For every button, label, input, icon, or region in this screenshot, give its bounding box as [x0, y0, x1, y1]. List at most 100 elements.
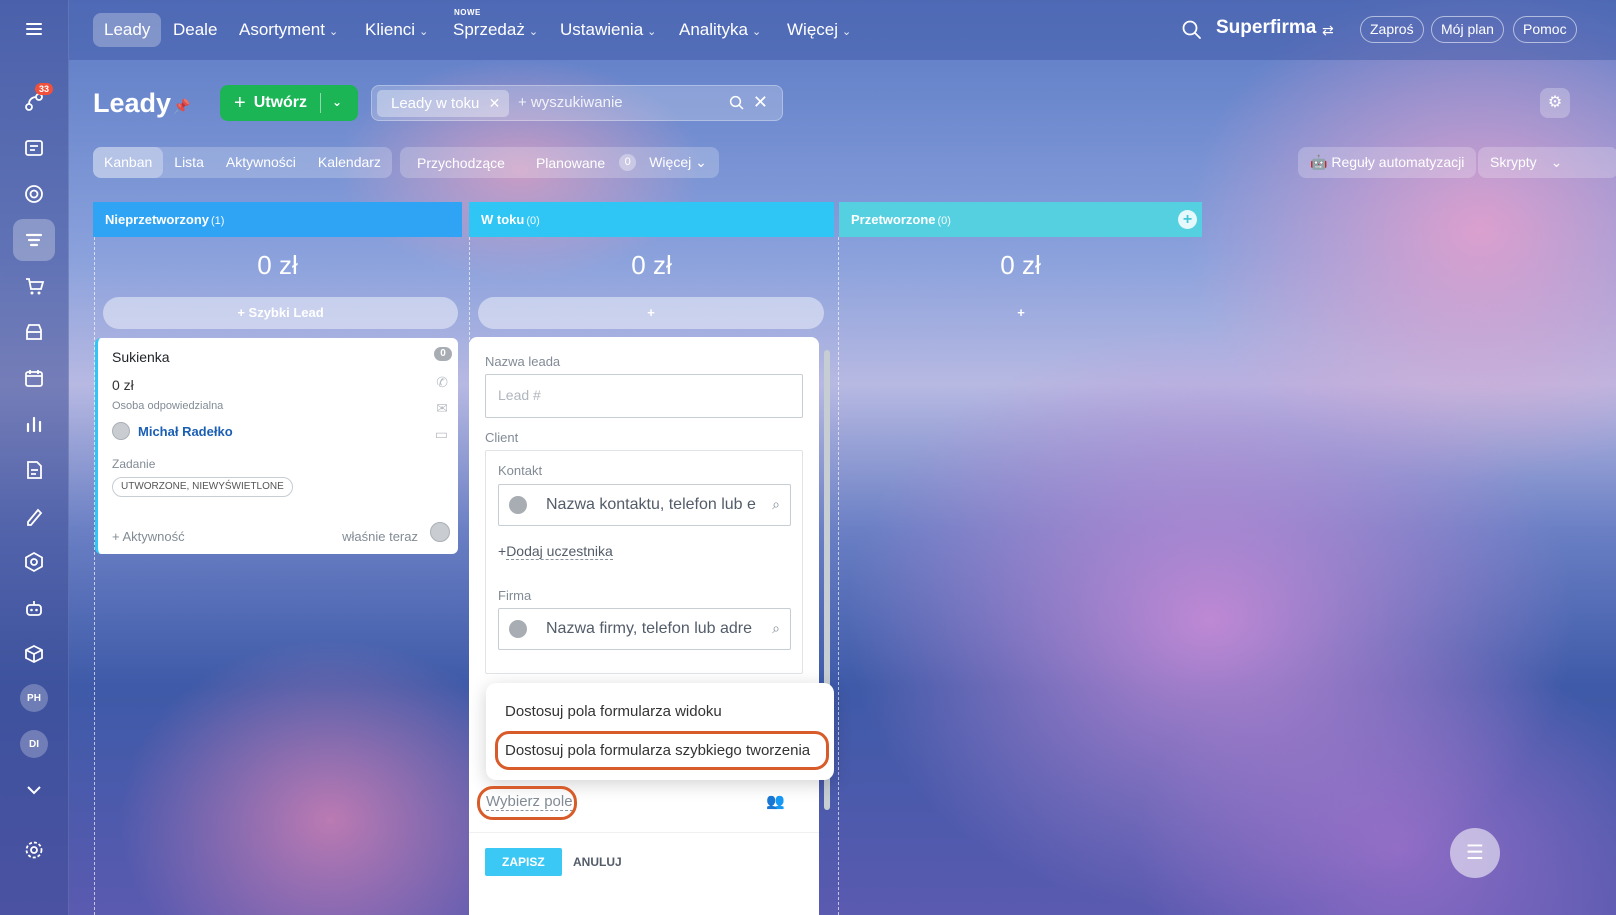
mail-icon[interactable]: ✉	[436, 400, 448, 417]
nav-leady[interactable]: Leady	[93, 13, 162, 47]
activity-stream-icon[interactable]: 33	[13, 81, 55, 123]
tab-kalendarz[interactable]: Kalendarz	[307, 147, 392, 178]
hexagon-icon[interactable]	[13, 541, 55, 583]
counter-incoming[interactable]: Przychodzące	[400, 155, 519, 171]
cancel-button[interactable]: ANULUJ	[573, 848, 622, 876]
target-icon[interactable]	[13, 173, 55, 215]
column-title: Przetworzone	[851, 212, 936, 227]
contact-placeholder: Nazwa kontaktu, telefon lub e	[546, 496, 756, 513]
lead-title[interactable]: Sukienka	[112, 349, 170, 365]
store-icon[interactable]	[13, 311, 55, 353]
chat-list-icon[interactable]: ☰	[1450, 828, 1500, 878]
highlight-annotation	[477, 786, 577, 820]
search-input[interactable]: + wyszukiwanie	[518, 94, 623, 111]
nav-label: Leady	[104, 20, 151, 39]
help-button[interactable]: Pomoc	[1513, 16, 1577, 43]
chevron-down-icon: ⌄	[647, 26, 657, 38]
documents-icon[interactable]	[13, 449, 55, 491]
column-count: (0)	[526, 215, 540, 227]
sign-icon[interactable]	[13, 495, 55, 537]
column-count: (1)	[211, 215, 225, 227]
contact-input[interactable]: Nazwa kontaktu, telefon lub e ⌕	[498, 484, 791, 526]
search-filter-box[interactable]: Leady w toku ✕ + wyszukiwanie ✕	[371, 85, 783, 121]
chevron-down-icon[interactable]: ⌄	[332, 95, 342, 109]
nav-klienci[interactable]: Klienci ⌄	[354, 13, 439, 47]
column-header-processed[interactable]: Przetworzone (0)	[839, 202, 1202, 237]
menu-icon[interactable]	[13, 8, 55, 50]
sliders-icon[interactable]: ⇄	[1322, 22, 1334, 39]
create-button[interactable]: + Utwórz ⌄	[220, 85, 358, 121]
clear-icon[interactable]: ✕	[753, 92, 768, 113]
search-icon[interactable]: ⌕	[772, 620, 780, 637]
cart-icon[interactable]	[13, 265, 55, 307]
save-button[interactable]: ZAPISZ	[485, 848, 562, 876]
settings-gear-icon[interactable]	[13, 829, 55, 871]
chevron-down-icon: ⌄	[528, 26, 539, 38]
nav-sprzedaz[interactable]: Sprzedaż ⌄	[442, 13, 549, 47]
quick-add-button[interactable]: +	[848, 297, 1194, 329]
nav-wiecej[interactable]: Więcej ⌄	[776, 13, 862, 47]
quick-lead-button[interactable]: + Szybki Lead	[103, 297, 458, 329]
search-icon[interactable]	[1180, 18, 1204, 42]
lead-name-placeholder: Lead #	[498, 387, 541, 403]
add-column-icon[interactable]: +	[1178, 210, 1197, 229]
column-sum: 0 zł	[1000, 250, 1041, 280]
tab-lista[interactable]: Lista	[163, 147, 215, 178]
invite-button[interactable]: Zaproś	[1360, 16, 1424, 43]
menu-item-view-form-fields[interactable]: Dostosuj pola formularza widoku	[505, 703, 722, 720]
chevron-down-icon: ⌄	[1550, 154, 1563, 170]
nav-label: Deale	[173, 20, 218, 39]
robot-icon[interactable]	[13, 587, 55, 629]
quick-add-button[interactable]: +	[478, 297, 824, 329]
my-plan-button[interactable]: Mój plan	[1431, 16, 1504, 43]
more-label: Więcej	[649, 154, 692, 170]
nav-ustawienia[interactable]: Ustawienia ⌄	[549, 13, 667, 47]
chevron-down-icon[interactable]	[13, 769, 55, 811]
calendar-icon[interactable]	[13, 357, 55, 399]
add-activity-link[interactable]: + Aktywność	[112, 529, 185, 544]
robot-icon: 🤖	[1310, 154, 1328, 170]
automation-rules-button[interactable]: 🤖 Reguły automatyzacji	[1298, 147, 1477, 178]
responsible-user[interactable]: Michał Radełko	[112, 422, 233, 440]
phone-icon[interactable]: ✆	[436, 374, 448, 391]
counter-planned[interactable]: Planowane	[519, 155, 619, 171]
chevron-down-icon: ⌄	[419, 26, 429, 38]
tab-kanban[interactable]: Kanban	[93, 147, 164, 178]
avatar-ph[interactable]: PH	[20, 684, 48, 712]
nav-asortyment[interactable]: Asortyment ⌄	[228, 13, 349, 47]
company-label: Firma	[498, 588, 532, 603]
company-input[interactable]: Nazwa firmy, telefon lub adre ⌕	[498, 608, 791, 650]
add-participant-link[interactable]: +Dodaj uczestnika	[498, 543, 613, 560]
avatar	[430, 522, 450, 542]
search-icon[interactable]	[728, 94, 746, 112]
users-icon[interactable]: 👥	[766, 792, 785, 810]
filter-chip[interactable]: Leady w toku ✕	[377, 90, 510, 117]
lead-card[interactable]: Sukienka 0 0 zł Osoba odpowiedzialna Mic…	[95, 338, 458, 554]
box-icon[interactable]	[13, 633, 55, 675]
tab-aktywnosci[interactable]: Aktywności	[215, 147, 307, 178]
nav-analityka[interactable]: Analityka ⌄	[668, 13, 772, 47]
nav-label: Ustawienia	[560, 20, 644, 39]
scripts-button[interactable]: Skrypty ⌄	[1478, 147, 1616, 178]
search-icon[interactable]: ⌕	[772, 496, 780, 513]
contact-label: Kontakt	[498, 463, 543, 478]
more-dropdown[interactable]: Więcej ⌄	[649, 154, 707, 171]
gear-icon[interactable]: ⚙	[1540, 88, 1570, 118]
add-participant-label: Dodaj uczestnika	[506, 543, 613, 560]
feed-icon[interactable]	[13, 127, 55, 169]
timestamp: właśnie teraz	[342, 529, 418, 544]
chat-icon[interactable]: ▭	[435, 426, 448, 443]
avatar-di[interactable]: DI	[20, 730, 48, 758]
pin-icon[interactable]: 📌	[173, 98, 190, 115]
crm-icon[interactable]	[13, 219, 55, 261]
chevron-down-icon: ⌄	[695, 154, 707, 170]
column-header-in-progress[interactable]: W toku (0)	[469, 202, 834, 237]
close-icon[interactable]: ✕	[489, 90, 501, 117]
company-name[interactable]: Superfirma	[1216, 17, 1316, 39]
nav-deale[interactable]: Deale	[162, 13, 228, 47]
quick-create-form: Nazwa leada Lead # Client Kontakt Nazwa …	[469, 337, 819, 915]
notification-badge: 33	[34, 83, 53, 95]
lead-name-input[interactable]: Lead #	[485, 374, 803, 418]
column-header-unprocessed[interactable]: Nieprzetworzony (1)	[93, 202, 462, 237]
analytics-icon[interactable]	[13, 403, 55, 445]
